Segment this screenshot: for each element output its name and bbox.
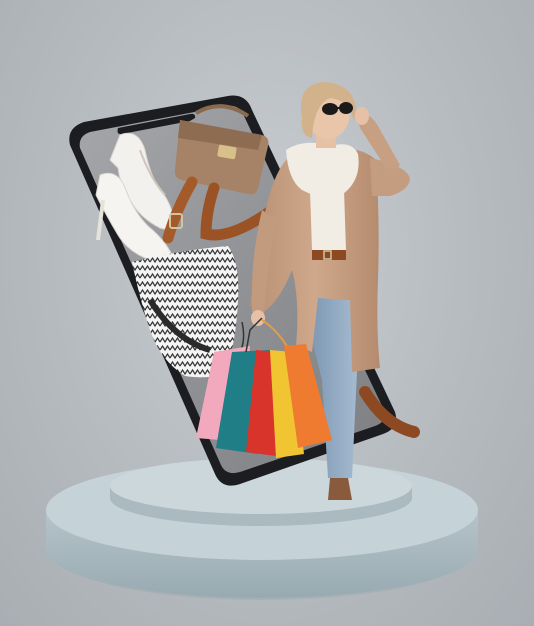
hero-scene bbox=[0, 0, 534, 626]
pedestal bbox=[46, 458, 478, 600]
shopping-illustration bbox=[46, 82, 478, 600]
